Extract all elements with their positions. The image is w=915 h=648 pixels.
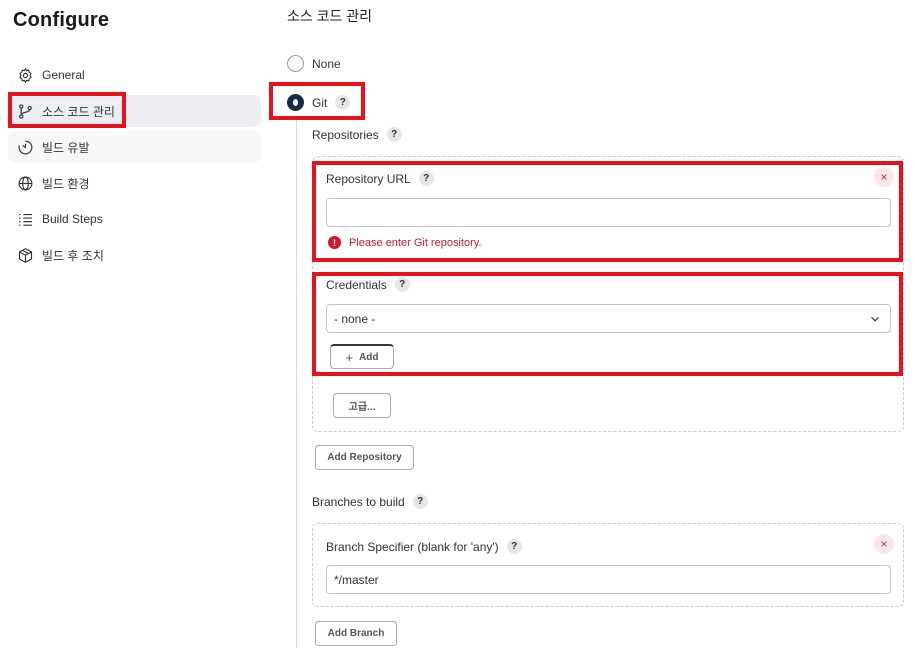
help-git-icon[interactable]: ? [335,95,351,110]
advanced-button[interactable]: 고급... [333,393,391,418]
radio-git[interactable]: Git ? [287,94,351,111]
radio-git-label: Git [312,95,328,110]
sidebar-item-source-code-management[interactable]: 소스 코드 관리 [8,95,261,127]
help-repository-url-icon[interactable]: ? [418,171,434,186]
help-branch-specifier-icon[interactable]: ? [506,539,522,554]
radio-none-label: None [312,56,341,71]
error-icon: ! [328,236,341,249]
package-icon [16,246,34,264]
help-branches-icon[interactable]: ? [412,494,428,509]
section-title: 소스 코드 관리 [287,8,373,24]
credentials-select[interactable]: - none - [326,304,891,333]
sidebar: Configure General 소스 코드 관리 빌드 유발 빌드 환경 B… [0,0,270,648]
radio-none-circle[interactable] [287,55,304,72]
remove-branch-button[interactable]: × [874,534,894,554]
add-repository-button[interactable]: Add Repository [315,445,414,470]
sidebar-item-post-build-actions[interactable]: 빌드 후 조치 [8,239,261,271]
help-repositories-icon[interactable]: ? [386,127,402,142]
sidebar-item-general[interactable]: General [8,59,261,91]
radio-none[interactable]: None [287,55,341,72]
branch-specifier-label: Branch Specifier (blank for 'any') ? [326,539,522,554]
sidebar-item-build-triggers[interactable]: 빌드 유발 [8,131,261,163]
add-branch-button[interactable]: Add Branch [315,621,397,646]
sidebar-item-build-steps[interactable]: Build Steps [8,203,261,235]
page-title: Configure [13,9,110,31]
branches-label: Branches to build ? [312,494,428,509]
globe-icon [16,174,34,192]
repository-url-input[interactable] [326,198,891,227]
repository-url-label: Repository URL ? [326,171,434,186]
branch-specifier-input[interactable]: */master [326,565,891,594]
plus-icon: + [345,349,354,365]
help-credentials-icon[interactable]: ? [394,277,410,292]
sidebar-item-label: 빌드 환경 [42,176,90,191]
add-credentials-button[interactable]: + Add [330,344,394,369]
sidebar-item-build-environment[interactable]: 빌드 환경 [8,167,261,199]
remove-repository-button[interactable]: × [874,167,894,187]
sidebar-item-label: 빌드 유발 [42,140,90,155]
sidebar-item-label: 소스 코드 관리 [42,104,115,119]
sidebar-item-label: Build Steps [42,212,103,226]
branch-icon [16,102,34,120]
repository-url-error: ! Please enter Git repository. [328,236,481,249]
sidebar-item-label: 빌드 후 조치 [42,248,104,263]
gear-icon [16,66,34,84]
sidebar-item-label: General [42,68,85,82]
timer-icon [16,138,34,156]
section-divider [296,120,297,648]
list-icon [16,210,34,228]
chevron-down-icon [868,312,882,326]
radio-git-circle[interactable] [287,94,304,111]
repositories-label: Repositories ? [312,127,402,142]
credentials-label: Credentials ? [326,277,410,292]
